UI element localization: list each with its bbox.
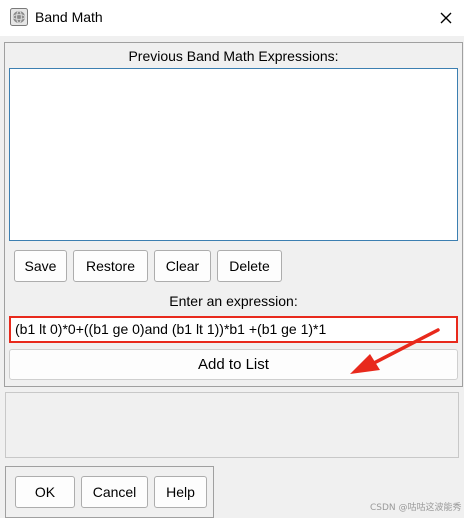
add-to-list-button[interactable]: Add to List <box>9 349 458 380</box>
previous-expressions-list[interactable] <box>9 68 458 241</box>
envi-globe-icon <box>10 8 28 26</box>
expression-label: Enter an expression: <box>169 293 298 309</box>
clear-button[interactable]: Clear <box>154 250 211 282</box>
close-icon[interactable] <box>434 6 458 30</box>
help-button[interactable]: Help <box>154 476 207 508</box>
ok-button[interactable]: OK <box>15 476 75 508</box>
status-area <box>5 392 459 458</box>
window-title: Band Math <box>35 9 103 25</box>
expression-input[interactable]: (b1 lt 0)*0+((b1 ge 0)and (b1 lt 1))*b1 … <box>9 316 458 343</box>
save-button[interactable]: Save <box>14 250 67 282</box>
delete-button[interactable]: Delete <box>217 250 282 282</box>
watermark: CSDN @咕咕这波能秀 <box>370 503 462 513</box>
cancel-button[interactable]: Cancel <box>81 476 148 508</box>
previous-expressions-label: Previous Band Math Expressions: <box>128 48 339 64</box>
restore-button[interactable]: Restore <box>73 250 148 282</box>
band-math-dialog: Band Math Previous Band Math Expressions… <box>0 0 464 518</box>
title-bar: Band Math <box>0 0 464 36</box>
